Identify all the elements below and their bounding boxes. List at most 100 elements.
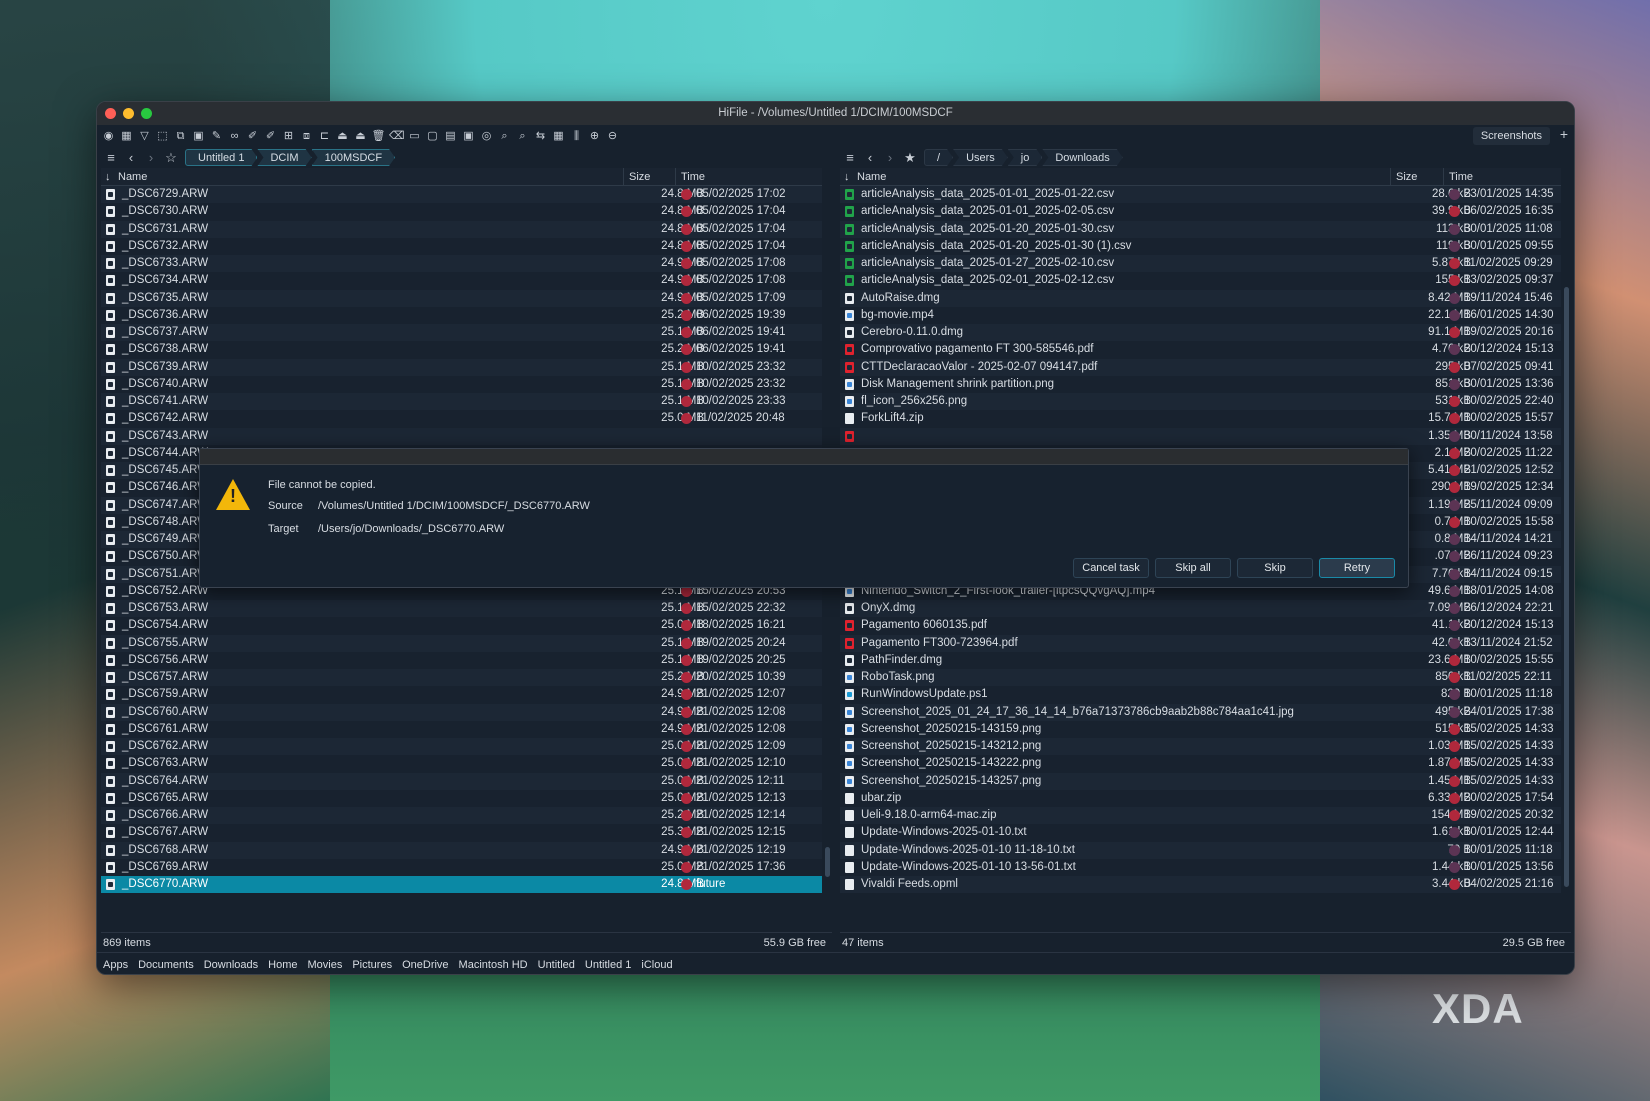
bookmark-movies[interactable]: Movies — [307, 959, 342, 971]
file-row[interactable]: _DSC6734.ARW24.9 MB05/02/2025 17:08 — [101, 272, 822, 289]
calendar-icon[interactable]: ▦ — [551, 129, 566, 144]
minimize-window-button[interactable] — [123, 108, 134, 119]
file-row[interactable]: articleAnalysis_data_2025-01-20_2025-01-… — [840, 221, 1561, 238]
file-row[interactable]: _DSC6755.ARW25.1 MB19/02/2025 20:24 — [101, 635, 822, 652]
file-row[interactable]: articleAnalysis_data_2025-01-01_2025-02-… — [840, 203, 1561, 220]
move-icon[interactable]: ▣ — [191, 129, 206, 144]
delete-icon[interactable]: 🗑 — [371, 129, 386, 144]
pack-icon[interactable]: ⏏ — [335, 129, 350, 144]
file-row[interactable]: _DSC6753.ARW25.1 MB15/02/2025 22:32 — [101, 600, 822, 617]
breadcrumb-item[interactable]: / — [924, 149, 953, 166]
file-row[interactable]: _DSC6764.ARW25.0 MB21/02/2025 12:11 — [101, 773, 822, 790]
file-row[interactable]: Update-Windows-2025-01-10 13-56-01.txt1.… — [840, 859, 1561, 876]
file-row[interactable]: _DSC6736.ARW25.2 MB06/02/2025 19:39 — [101, 307, 822, 324]
file-row[interactable]: PathFinder.dmg23.6 MB10/02/2025 15:55 — [840, 652, 1561, 669]
file-row[interactable]: _DSC6768.ARW24.9 MB21/02/2025 12:19 — [101, 842, 822, 859]
bookmark-home[interactable]: Home — [268, 959, 297, 971]
batch-rename-icon[interactable]: ✐ — [263, 129, 278, 144]
file-row[interactable]: _DSC6760.ARW24.9 MB21/02/2025 12:08 — [101, 704, 822, 721]
file-row[interactable]: 1.35 MB30/11/2024 13:58 — [840, 428, 1561, 445]
erase-icon[interactable]: ⌫ — [389, 129, 404, 144]
file-row[interactable]: CTTDeclaracaoValor - 2025-02-07 094147.p… — [840, 359, 1561, 376]
bookmark-apps[interactable]: Apps — [103, 959, 128, 971]
menu-icon[interactable]: ≡ — [105, 150, 117, 165]
breadcrumb-item[interactable]: Users — [953, 149, 1008, 166]
file-row[interactable]: _DSC6763.ARW25.0 MB21/02/2025 12:10 — [101, 755, 822, 772]
file-row[interactable]: bg-movie.mp422.1 MB16/01/2025 14:30 — [840, 307, 1561, 324]
bookmark-untitled[interactable]: Untitled — [538, 959, 575, 971]
column-name[interactable]: Name — [118, 168, 147, 186]
column-size[interactable]: Size — [1396, 168, 1417, 186]
properties-icon[interactable]: ▤ — [443, 129, 458, 144]
file-row[interactable]: _DSC6738.ARW25.2 MB06/02/2025 19:41 — [101, 341, 822, 358]
file-row[interactable]: _DSC6765.ARW25.0 MB21/02/2025 12:13 — [101, 790, 822, 807]
file-row[interactable]: _DSC6756.ARW25.1 MB19/02/2025 20:25 — [101, 652, 822, 669]
bookmark-macintosh-hd[interactable]: Macintosh HD — [459, 959, 528, 971]
file-row[interactable]: _DSC6731.ARW24.8 MB05/02/2025 17:04 — [101, 221, 822, 238]
folder-icon[interactable]: ▭ — [407, 129, 422, 144]
location-icon[interactable]: ◎ — [479, 129, 494, 144]
back-icon[interactable]: ‹ — [125, 150, 137, 165]
favorite-star-icon[interactable]: ★ — [904, 150, 916, 166]
bookmark-untitled-1[interactable]: Untitled 1 — [585, 959, 631, 971]
filter-icon[interactable]: ▽ — [137, 129, 152, 144]
file-row[interactable]: Screenshot_20250215-143212.png1.03 MB15/… — [840, 738, 1561, 755]
file-row[interactable]: Update-Windows-2025-01-10.txt1.61 kB10/0… — [840, 824, 1561, 841]
file-row[interactable]: _DSC6729.ARW24.8 MB05/02/2025 17:02 — [101, 186, 822, 203]
file-row[interactable]: _DSC6730.ARW24.8 MB05/02/2025 17:04 — [101, 203, 822, 220]
tab-screenshots[interactable]: Screenshots — [1473, 127, 1550, 145]
file-row[interactable]: Ueli-9.18.0-arm64-mac.zip154 MB19/02/202… — [840, 807, 1561, 824]
retry-button[interactable]: Retry — [1319, 558, 1395, 578]
file-row[interactable]: Cerebro-0.11.0.dmg91.1 MB19/02/2025 20:1… — [840, 324, 1561, 341]
file-row[interactable]: articleAnalysis_data_2025-01-27_2025-02-… — [840, 255, 1561, 272]
file-row[interactable]: ForkLift4.zip15.7 MB10/02/2025 15:57 — [840, 410, 1561, 427]
file-row[interactable]: Comprovativo pagamento FT 300-585546.pdf… — [840, 341, 1561, 358]
unpack-icon[interactable]: ⏏ — [353, 129, 368, 144]
file-row[interactable]: Update-Windows-2025-01-10 11-18-10.txt70… — [840, 842, 1561, 859]
search-icon[interactable]: ⌕ — [497, 129, 512, 144]
column-time[interactable]: Time — [1449, 168, 1473, 186]
skip-button[interactable]: Skip — [1237, 558, 1313, 578]
bookmark-onedrive[interactable]: OneDrive — [402, 959, 448, 971]
bookmark-pictures[interactable]: Pictures — [352, 959, 392, 971]
file-row[interactable]: ubar.zip6.33 MB20/02/2025 17:54 — [840, 790, 1561, 807]
columns-icon[interactable]: ⫼ — [569, 129, 584, 144]
add-tab-button[interactable]: + — [1560, 126, 1568, 142]
breadcrumb-item[interactable]: DCIM — [257, 149, 311, 166]
file-row[interactable]: _DSC6761.ARW24.9 MB21/02/2025 12:08 — [101, 721, 822, 738]
file-row[interactable]: Screenshot_2025_01_24_17_36_14_14_b76a71… — [840, 704, 1561, 721]
zoom-in-icon[interactable]: ⊕ — [587, 129, 602, 144]
file-row[interactable]: Screenshot_20250215-143159.png515 kB15/0… — [840, 721, 1561, 738]
cancel-task-button[interactable]: Cancel task — [1073, 558, 1149, 578]
file-row[interactable]: Vivaldi Feeds.opml3.44 kB04/02/2025 21:1… — [840, 876, 1561, 893]
file-row[interactable]: _DSC6737.ARW25.1 MB06/02/2025 19:41 — [101, 324, 822, 341]
forward-icon[interactable]: › — [145, 150, 157, 165]
file-row[interactable]: _DSC6740.ARW25.1 MB10/02/2025 23:32 — [101, 376, 822, 393]
skip-all-button[interactable]: Skip all — [1155, 558, 1231, 578]
column-size[interactable]: Size — [629, 168, 650, 186]
file-row[interactable]: _DSC6739.ARW25.1 MB10/02/2025 23:32 — [101, 359, 822, 376]
back-icon[interactable]: ‹ — [864, 150, 876, 165]
bookmark-documents[interactable]: Documents — [138, 959, 194, 971]
file-row[interactable]: articleAnalysis_data_2025-01-20_2025-01-… — [840, 238, 1561, 255]
file-row[interactable]: Pagamento 6060135.pdf41.1 kB20/12/2024 1… — [840, 617, 1561, 634]
comment-icon[interactable]: ▢ — [425, 129, 440, 144]
file-row[interactable]: _DSC6742.ARW25.0 MB11/02/2025 20:48 — [101, 410, 822, 427]
file-row[interactable]: _DSC6770.ARW24.8 MBfuture — [101, 876, 822, 893]
breadcrumb-item[interactable]: jo — [1008, 149, 1043, 166]
view-icon[interactable]: ∞ — [227, 129, 242, 144]
grid-icon[interactable]: ▦ — [119, 129, 134, 144]
column-time[interactable]: Time — [681, 168, 705, 186]
zoom-out-icon[interactable]: ⊖ — [605, 129, 620, 144]
eye-icon[interactable]: ◉ — [101, 129, 116, 144]
favorite-star-icon[interactable]: ☆ — [165, 150, 177, 166]
file-row[interactable]: _DSC6754.ARW25.0 MB18/02/2025 16:21 — [101, 617, 822, 634]
breadcrumb-item[interactable]: Downloads — [1042, 149, 1122, 166]
close-window-button[interactable] — [105, 108, 116, 119]
file-row[interactable]: OnyX.dmg7.09 MB26/12/2024 22:21 — [840, 600, 1561, 617]
file-row[interactable]: _DSC6769.ARW25.0 MB21/02/2025 17:36 — [101, 859, 822, 876]
select-icon[interactable]: ⬚ — [155, 129, 170, 144]
file-row[interactable]: Disk Management shrink partition.png851 … — [840, 376, 1561, 393]
rename-icon[interactable]: ✐ — [245, 129, 260, 144]
terminal-icon[interactable]: ▣ — [461, 129, 476, 144]
